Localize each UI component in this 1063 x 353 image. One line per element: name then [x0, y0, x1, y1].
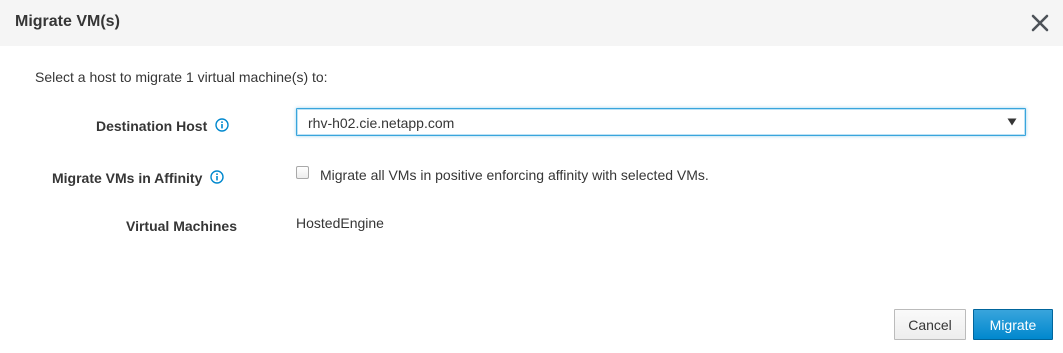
affinity-checkbox-label[interactable]: Migrate all VMs in positive enforcing af…	[320, 166, 709, 184]
affinity-checkbox[interactable]	[296, 166, 309, 179]
affinity-info-icon[interactable]	[210, 170, 225, 184]
destination-host-value: rhv-h02.cie.netapp.com	[308, 115, 455, 131]
close-icon	[1031, 14, 1049, 32]
destination-host-select[interactable]: rhv-h02.cie.netapp.com	[296, 108, 1026, 136]
close-button[interactable]	[1029, 12, 1051, 34]
dialog-title: Migrate VM(s)	[15, 13, 120, 30]
destination-host-label-group: Destination Host	[96, 116, 229, 135]
virtual-machines-value: HostedEngine	[296, 215, 384, 231]
destination-host-info-icon[interactable]	[215, 118, 229, 132]
intro-text: Select a host to migrate 1 virtual machi…	[35, 69, 328, 85]
info-icon	[215, 118, 229, 132]
caret-down-icon	[1007, 118, 1017, 126]
affinity-label-group: Migrate VMs in Affinity	[52, 168, 225, 187]
info-icon	[210, 170, 225, 184]
dialog-header: Migrate VM(s)	[0, 0, 1063, 46]
destination-host-label: Destination Host	[96, 118, 208, 135]
migrate-dialog: Migrate VM(s) Select a host to migrate 1…	[0, 0, 1063, 353]
affinity-label: Migrate VMs in Affinity	[52, 170, 203, 187]
cancel-button[interactable]: Cancel	[894, 309, 966, 340]
virtual-machines-label: Virtual Machines	[126, 218, 238, 234]
migrate-button[interactable]: Migrate	[973, 309, 1053, 340]
